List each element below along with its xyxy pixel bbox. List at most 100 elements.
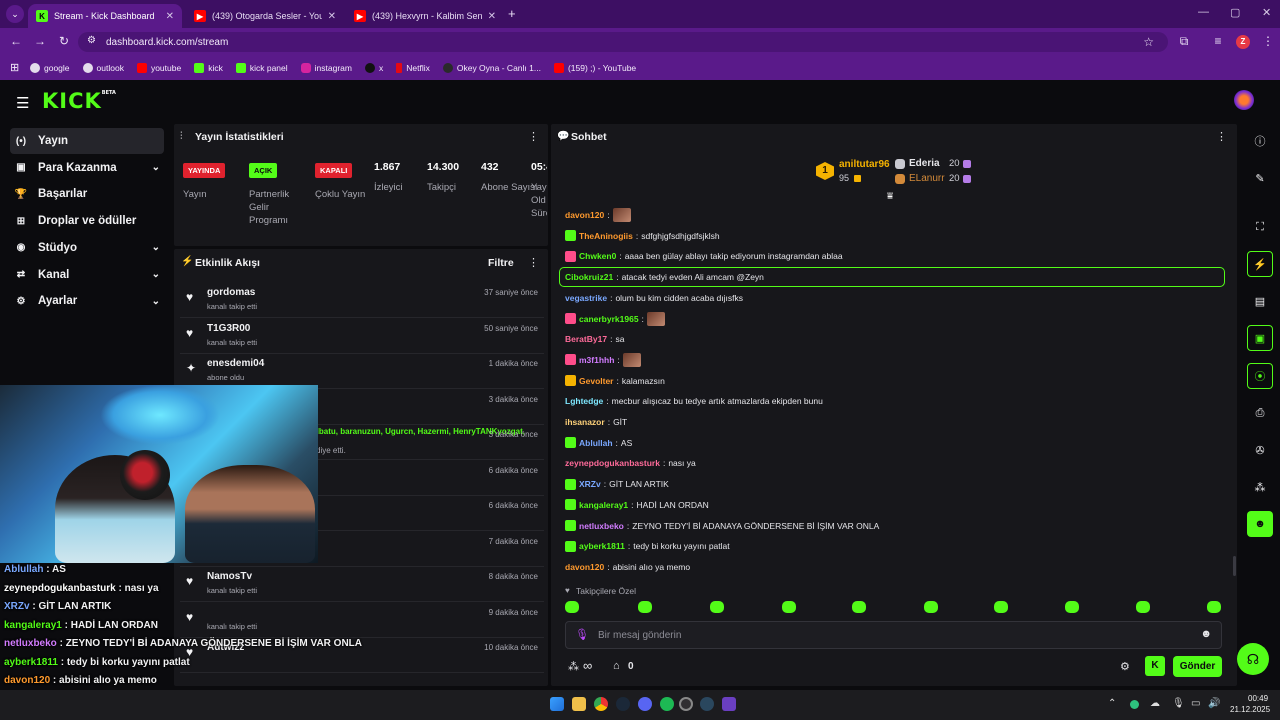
obs-icon[interactable] [679,697,693,711]
close-icon[interactable]: ✕ [166,11,174,22]
bookmark-youtube-2[interactable]: (159) ;) - YouTube [553,63,636,73]
kick-boost-button[interactable]: K [1145,656,1165,676]
emote-9-icon[interactable] [1207,601,1221,613]
sidebar-item-0[interactable]: (•) Yayın [10,128,164,154]
maximize-icon[interactable]: ▢ [1230,6,1240,19]
browser-tab-youtube-2[interactable]: ▶ (439) Hexvyrn - Kalbim Seninle ✕ [346,4,504,28]
chat-username[interactable]: Cibokruiz21 [565,272,613,282]
media-icon[interactable]: ≡ [1210,34,1226,48]
steam-2-icon[interactable] [700,697,714,711]
chat-input[interactable]: 🎙 Bir mesaj gönderin ☻ [565,621,1222,649]
tray-green-icon[interactable] [1130,700,1139,709]
leader-name[interactable]: ELanurr [909,173,945,184]
chat-scrollbar[interactable] [1233,556,1236,576]
vs-icon[interactable] [722,697,736,711]
chrome-icon[interactable] [594,697,608,711]
screen-capture-icon[interactable]: ⛶ [1247,214,1273,240]
store-icon[interactable]: ⌂ [613,660,620,672]
stats-more-icon[interactable]: ⋮ [528,130,539,143]
emote-1-icon[interactable] [638,601,652,613]
bookmark-kick[interactable]: kick [194,63,223,73]
sidebar-item-6[interactable]: ⚙ Ayarlar ⌄ [10,288,164,314]
tray-cloud-icon[interactable]: ☁ [1150,698,1160,709]
tray-mic-icon[interactable]: 🎙 [1172,698,1185,709]
bookmark-netflix[interactable]: Netflix [396,63,430,73]
info-icon[interactable]: ⓘ [1247,128,1273,154]
bookmark-okey[interactable]: Okey Oyna - Canlı 1... [442,63,541,73]
steam-icon[interactable] [616,697,630,711]
chat-username[interactable]: Gevolter [579,376,614,386]
emote-6-icon[interactable] [994,601,1008,613]
close-icon[interactable]: ✕ [488,11,496,22]
sidebar-item-4[interactable]: ◉ Stüdyo ⌄ [10,235,164,261]
chat-rail-icon[interactable]: ▣ [1247,325,1273,351]
flash-icon[interactable]: ⚡ [1247,251,1273,277]
menu-icon[interactable]: ⋮ [1260,34,1276,48]
emote-5-icon[interactable] [924,601,938,613]
chat-username[interactable]: Ablullah [579,438,613,448]
bookmark-kick-panel[interactable]: kick panel [235,63,288,73]
kick-logo[interactable]: KICKBETA [42,89,116,113]
bookmark-instagram[interactable]: instagram [300,63,352,73]
emote-3-icon[interactable] [782,601,796,613]
chevron-down-icon[interactable]: ⌄ [152,296,160,307]
taskbar-time[interactable]: 00:49 [1248,694,1268,703]
chat-username[interactable]: kangaleray1 [579,500,628,510]
activity-more-icon[interactable]: ⋮ [528,256,539,269]
file-explorer-icon[interactable] [572,697,586,711]
spotify-icon[interactable] [660,697,674,711]
browser-tab-youtube-1[interactable]: ▶ (439) Otogarda Sesler - YouTube ✕ [186,4,344,28]
bookmark-google[interactable]: google [30,63,70,73]
apps-icon[interactable]: ⊞ [10,61,19,74]
browser-tab-kick[interactable]: K Stream - Kick Dashboard ✕ [28,4,182,28]
bookmark-outlook[interactable]: outlook [82,63,124,73]
emote-4-icon[interactable] [852,601,866,613]
chat-username[interactable]: vegastrike [565,293,607,303]
windows-start-icon[interactable] [550,697,564,711]
leader-name[interactable]: aniltutar96 [839,159,890,170]
profile-avatar[interactable]: Z [1236,35,1250,49]
url-input[interactable]: ⚙ dashboard.kick.com/stream ☆ [78,32,1168,52]
chat-username[interactable]: TheAninogiis [579,231,633,241]
share-icon[interactable]: ⁂ [1247,474,1273,500]
chat-username[interactable]: BeratBy17 [565,334,607,344]
chevron-down-icon[interactable]: ⌄ [152,269,160,280]
hamburger-menu-icon[interactable]: ☰ [16,94,29,112]
back-icon[interactable]: ← [8,34,24,48]
emote-2-icon[interactable] [710,601,724,613]
edit-icon[interactable]: ✎ [1247,165,1273,191]
site-info-icon[interactable]: ⚙ [87,35,96,46]
notes-icon[interactable]: ▤ [1247,288,1273,314]
points-icon[interactable]: ⁂ [568,660,579,673]
chevron-down-icon[interactable]: ⌄ [152,242,160,253]
tray-display-icon[interactable]: ▭ [1191,698,1200,709]
bookmark-youtube[interactable]: youtube [136,63,181,73]
emote-0-icon[interactable] [565,601,579,613]
chat-username[interactable]: davon120 [565,562,604,572]
discord-icon[interactable] [638,697,652,711]
support-headset-button[interactable]: ☊ [1237,643,1269,675]
user-avatar[interactable] [1234,90,1254,110]
chat-username[interactable]: zeynepdogukanbasturk [565,458,660,468]
print-icon[interactable]: ⎙ [1247,400,1273,426]
emote-8-icon[interactable] [1136,601,1150,613]
chat-more-icon[interactable]: ⋮ [1216,130,1227,143]
forward-icon[interactable]: → [32,34,48,48]
sidebar-item-3[interactable]: ⊞ Droplar ve ödüller [10,208,164,234]
chat-settings-icon[interactable]: ⚙ [1120,660,1130,673]
chat-username[interactable]: canerbyrk1965 [579,314,639,324]
chat-username[interactable]: ihsanazor [565,417,605,427]
sidebar-item-5[interactable]: ⇄ Kanal ⌄ [10,262,164,288]
leader-name[interactable]: Ederia [909,158,940,169]
wrench-icon[interactable]: ✇ [1247,437,1273,463]
chevron-down-icon[interactable]: ⌄ [152,162,160,173]
emote-7-icon[interactable] [1065,601,1079,613]
extensions-icon[interactable]: ⧉ [1176,34,1192,49]
chat-username[interactable]: XRZv [579,479,601,489]
expand-leaderboard-icon[interactable]: ⩸ [887,191,893,202]
filter-button[interactable]: Filtre [488,257,514,269]
chat-username[interactable]: ayberk1811 [579,541,625,551]
send-button[interactable]: Gönder [1173,656,1222,677]
tray-chevron-icon[interactable]: ⌃ [1108,698,1116,709]
broadcast-rail-icon[interactable]: ⦿ [1247,363,1273,389]
